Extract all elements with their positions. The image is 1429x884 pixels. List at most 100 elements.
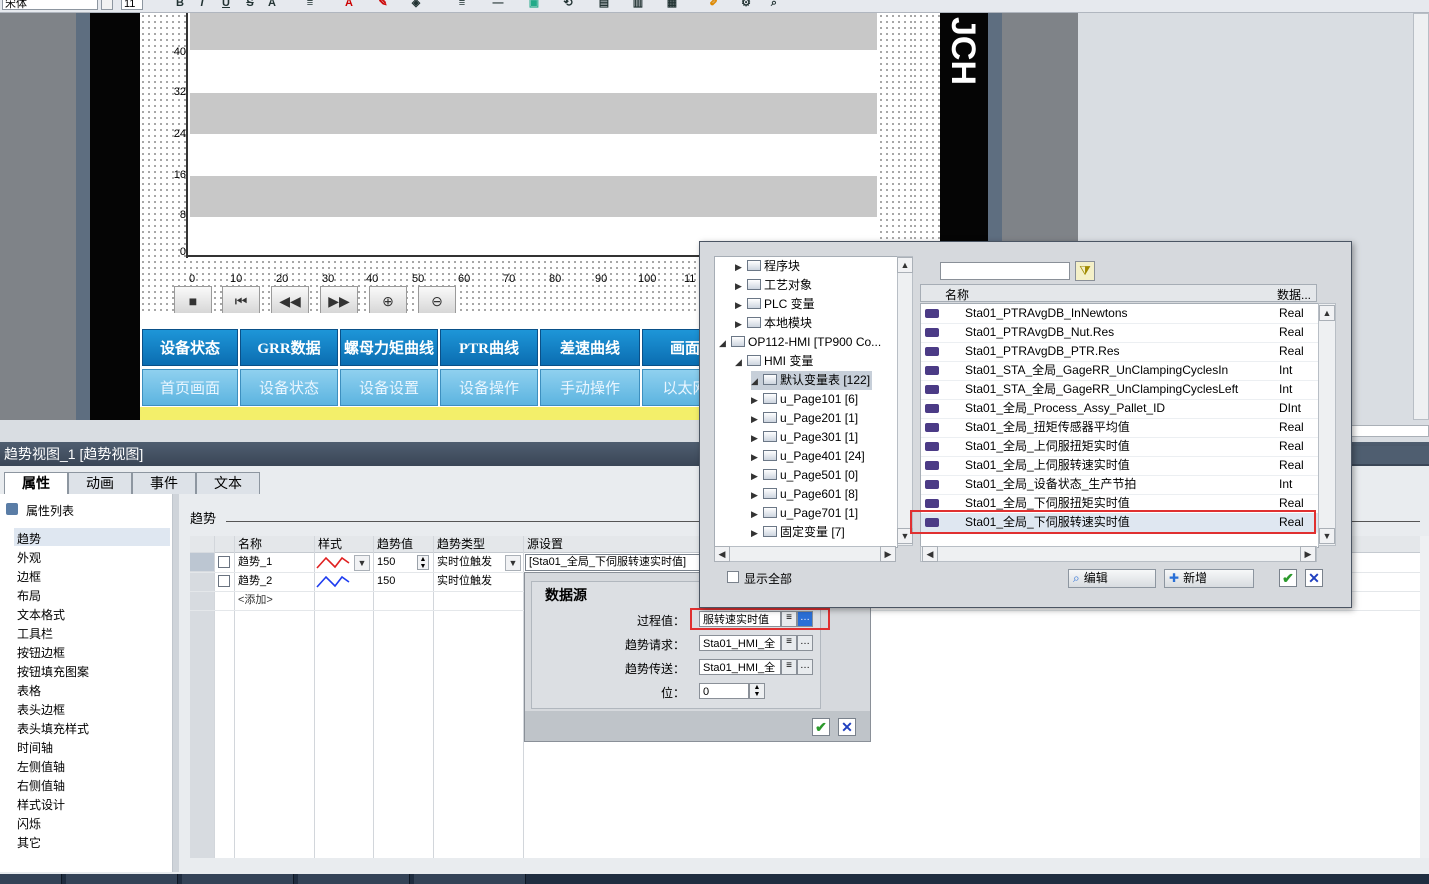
tag-row[interactable]: Sta01_全局_扭矩传感器平均值 Real (921, 418, 1318, 438)
process-value-browse-button[interactable]: … (797, 611, 813, 627)
tree-vertical-scrollbar[interactable] (897, 256, 913, 546)
nav-misc[interactable]: 其它 (17, 834, 41, 851)
nav-splitter[interactable] (173, 494, 179, 872)
nav-button-manual-operation[interactable]: 手动操作 (540, 369, 640, 406)
tag-row[interactable]: Sta01_STA_全局_GageRR_UnClampingCyclesLeft… (921, 380, 1318, 400)
trend-transfer-list-icon[interactable]: ≡ (781, 659, 797, 675)
font-size-select[interactable]: 11 (121, 0, 143, 10)
nav-button-border[interactable]: 按钮边框 (17, 644, 65, 661)
style-dropdown-icon[interactable]: ▼ (354, 555, 370, 571)
nav-flashing[interactable]: 闪烁 (17, 815, 41, 832)
picker-cancel-icon[interactable]: ✕ (1305, 569, 1323, 587)
bit-field[interactable]: 0 (699, 683, 749, 699)
trend-value[interactable]: 150 (373, 553, 421, 572)
group-icon[interactable]: ▣ (528, 0, 540, 10)
tag-filter-input[interactable] (940, 262, 1070, 280)
filter-icon[interactable]: ⧩ (1075, 261, 1095, 281)
col-header-name[interactable]: 名称 (234, 536, 262, 552)
trend-request-list-icon[interactable]: ≡ (781, 635, 797, 651)
tree-item[interactable]: ▶ u_Page101 [6] (751, 390, 858, 409)
to-start-button[interactable]: ⏮ (222, 286, 260, 316)
trend-name[interactable]: 趋势_1 (234, 553, 314, 572)
font-dropdown-icon[interactable] (101, 0, 113, 10)
scroll-right-icon[interactable]: ▶ (1300, 546, 1316, 562)
confirm-check-icon[interactable]: ✔ (812, 718, 830, 736)
stop-button[interactable]: ■ (174, 286, 212, 316)
tree-horizontal-scrollbar[interactable] (714, 546, 896, 562)
tab-texts[interactable]: 文本 (196, 472, 260, 494)
scroll-right-icon[interactable]: ▶ (880, 546, 896, 562)
new-button[interactable]: ✚ 新增 (1164, 569, 1254, 588)
nav-button-device-status-2[interactable]: 设备状态 (240, 369, 338, 406)
trend-value[interactable]: 150 (373, 572, 421, 591)
nav-toolbar[interactable]: 工具栏 (17, 625, 53, 642)
nav-header-fill[interactable]: 表头填充样式 (17, 720, 89, 737)
font-size-icon[interactable]: A (266, 0, 278, 10)
picker-confirm-icon[interactable]: ✔ (1279, 569, 1297, 587)
tree-item[interactable]: ▶ u_Page701 [1] (751, 504, 858, 523)
zoom-slider[interactable] (1351, 425, 1429, 437)
tag-row[interactable]: Sta01_PTRAvgDB_PTR.Res Real (921, 342, 1318, 362)
taskbar-tab[interactable] (0, 874, 62, 884)
scroll-left-icon[interactable]: ◀ (922, 546, 938, 562)
taskbar-tab[interactable] (414, 874, 526, 884)
nav-left-value-axis[interactable]: 左侧值轴 (17, 758, 65, 775)
zoom-out-button[interactable]: ⊖ (418, 286, 456, 316)
bold-icon[interactable]: B (174, 0, 186, 10)
nav-button-device-settings[interactable]: 设备设置 (340, 369, 438, 406)
tab-events[interactable]: 事件 (132, 472, 196, 494)
tag-row[interactable]: Sta01_全局_上伺服转速实时值 Real (921, 456, 1318, 476)
tree-item[interactable]: ▶ PLC 变量 (735, 295, 815, 314)
fill-color-icon[interactable]: ◈ (410, 0, 422, 10)
nav-right-value-axis[interactable]: 右侧值轴 (17, 777, 65, 794)
cancel-x-icon[interactable]: ✕ (838, 718, 856, 736)
size-icon[interactable]: ▦ (666, 0, 678, 10)
taskbar-tab[interactable] (182, 874, 294, 884)
tag-row[interactable]: Sta01_全局_上伺服扭矩实时值 Real (921, 437, 1318, 457)
align-icon[interactable]: ≡ (300, 0, 320, 10)
nav-button-ptr-curve[interactable]: PTR曲线 (440, 329, 538, 366)
nav-button-speed-diff-curve[interactable]: 差速曲线 (540, 329, 640, 366)
tree-item-selected[interactable]: ◢ 默认变量表 [122] (751, 371, 873, 390)
tree-item[interactable]: ▶ 程序块 (735, 257, 800, 276)
tab-animations[interactable]: 动画 (68, 472, 132, 494)
zoom-icon[interactable]: ⌕ (768, 0, 780, 10)
tree-item[interactable]: ▶ u_Page501 [0] (751, 466, 858, 485)
text-color-icon[interactable]: A (343, 0, 355, 10)
tag-row[interactable]: Sta01_全局_Process_Assy_Pallet_ID DInt (921, 399, 1318, 419)
forward-button[interactable]: ▶▶ (320, 286, 358, 316)
col-header-source[interactable]: 源设置 (523, 536, 563, 552)
nav-layout[interactable]: 布局 (17, 587, 41, 604)
taskbar-tab[interactable] (66, 874, 178, 884)
taglist-horizontal-scrollbar[interactable] (920, 546, 1317, 562)
col-header-trend-value[interactable]: 趋势值 (373, 536, 413, 552)
nav-button-grr-data[interactable]: GRR数据 (240, 329, 338, 366)
type-dropdown-icon[interactable]: ▼ (505, 555, 521, 571)
bit-spinner-icon[interactable]: ▲ ▼ (749, 683, 765, 699)
scroll-down-icon[interactable]: ▼ (1319, 528, 1335, 544)
rewind-button[interactable]: ◀◀ (271, 286, 309, 316)
tree-item[interactable]: ▶ 工艺对象 (735, 276, 812, 295)
process-value-list-icon[interactable]: ≡ (781, 611, 797, 627)
editor-vertical-scrollbar[interactable] (1413, 13, 1429, 420)
trend-type[interactable]: 实时位触发 (433, 572, 517, 591)
nav-button-fill[interactable]: 按钮填充图案 (17, 663, 89, 680)
line-width-icon[interactable]: ≡ (452, 0, 472, 10)
tree-item[interactable]: ◢ OP112-HMI [TP900 Co... (719, 333, 881, 352)
italic-icon[interactable]: I (196, 0, 208, 10)
tree-item[interactable]: ▶ u_Page301 [1] (751, 428, 858, 447)
inspector-view-controls[interactable] (1352, 446, 1429, 464)
nav-appearance[interactable]: 外观 (17, 549, 41, 566)
col-header-style[interactable]: 样式 (314, 536, 342, 552)
tag-row[interactable]: Sta01_STA_全局_GageRR_UnClampingCyclesIn In… (921, 361, 1318, 381)
nav-text-format[interactable]: 文本格式 (17, 606, 65, 623)
trend-style-swatch-blue[interactable] (316, 574, 350, 589)
arrange-icon[interactable]: ▤ (598, 0, 610, 10)
taskbar-tab[interactable] (298, 874, 410, 884)
nav-button-home[interactable]: 首页画面 (142, 369, 238, 406)
show-all-checkbox[interactable] (727, 571, 739, 583)
tree-item[interactable]: ◢ HMI 变量 (735, 352, 813, 371)
line-style-icon[interactable]: — (488, 0, 508, 10)
tag-row[interactable]: Sta01_全局_设备状态_生产节拍 Int (921, 475, 1318, 495)
process-value-field[interactable]: 服转速实时值 (699, 611, 781, 627)
